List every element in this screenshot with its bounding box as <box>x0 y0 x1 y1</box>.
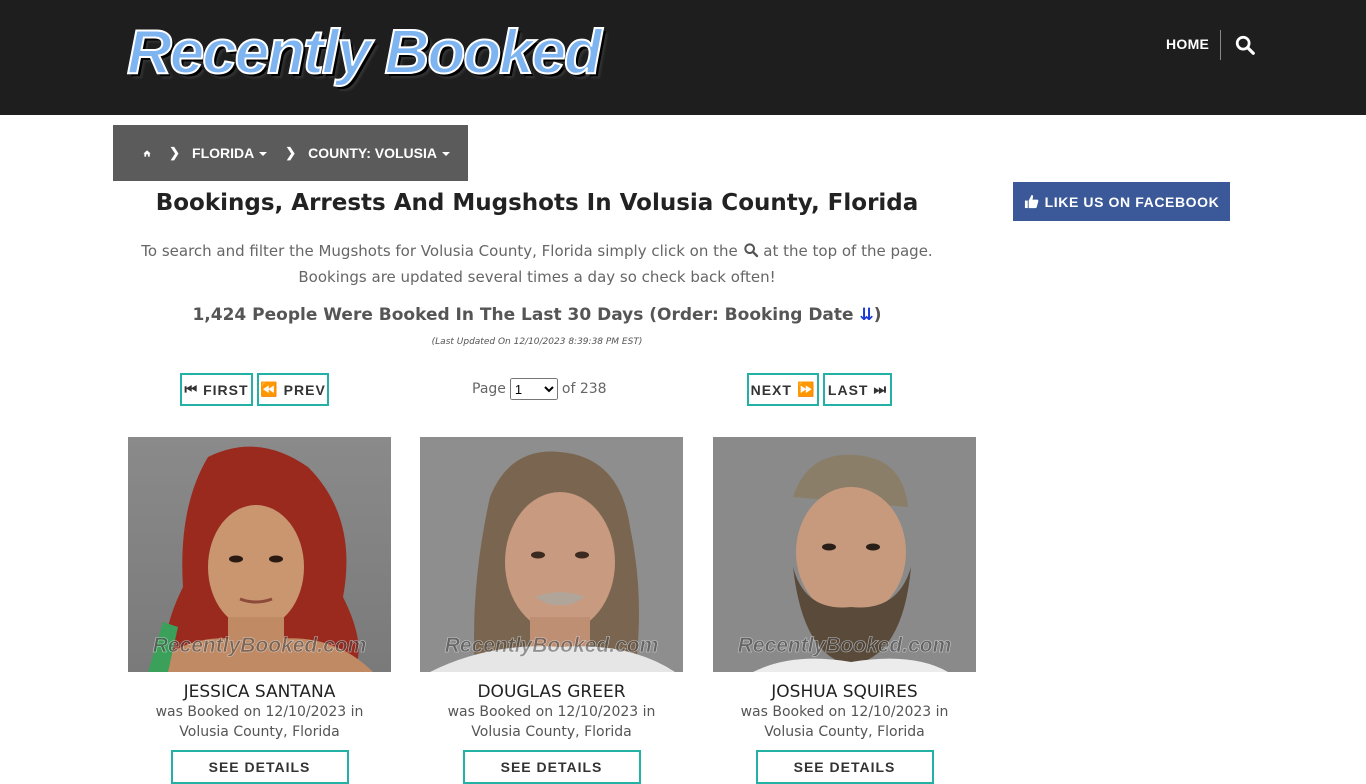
last-page-button[interactable]: LAST ⏭ <box>823 373 892 406</box>
facebook-label: LIKE US ON FACEBOOK <box>1044 193 1220 210</box>
booking-info: was Booked on 12/10/2023 in Volusia Count… <box>155 704 364 740</box>
booking-card: RecentlyBooked.com JOSHUA SQUIRES was Bo… <box>713 437 976 784</box>
see-details-button[interactable]: SEE DETAILS <box>755 750 934 784</box>
booking-count-text: 1,424 People Were Booked In The Last 30 … <box>192 305 854 325</box>
booking-count-close: ) <box>873 305 882 325</box>
thumbs-up-icon <box>1024 194 1038 209</box>
nav-home-link[interactable]: HOME <box>1166 36 1209 52</box>
desc-text: at the top of the page. <box>763 242 933 260</box>
booking-card: RecentlyBooked.com JESSICA SANTANA was B… <box>128 437 391 784</box>
breadcrumb-florida[interactable]: FLORIDA <box>192 145 268 161</box>
site-logo[interactable]: Recently Booked <box>126 17 603 88</box>
booking-card: RecentlyBooked.com DOUGLAS GREER was Boo… <box>420 437 683 784</box>
search-icon[interactable] <box>1234 34 1256 56</box>
mugshot-photo[interactable]: RecentlyBooked.com <box>420 437 683 672</box>
booking-info: was Booked on 12/10/2023 in Volusia Count… <box>740 704 949 740</box>
page-select[interactable]: 1 <box>509 378 558 400</box>
site-header: Recently Booked HOME <box>0 0 1366 115</box>
desc-text: Bookings are updated several times a day… <box>298 268 776 286</box>
person-name[interactable]: DOUGLAS GREER <box>420 682 683 702</box>
person-name[interactable]: JESSICA SANTANA <box>128 682 391 702</box>
see-details-button[interactable]: SEE DETAILS <box>462 750 641 784</box>
skip-end-icon: ⏭ <box>873 381 888 397</box>
fast-forward-icon: ⏩ <box>796 381 816 397</box>
page-title: Bookings, Arrests And Mugshots In Volusi… <box>155 190 919 216</box>
booking-info: was Booked on 12/10/2023 in Volusia Count… <box>447 704 656 740</box>
chevron-right-icon: ❯ <box>169 145 181 160</box>
skip-start-icon: ⏮ <box>184 381 199 397</box>
mugshot-photo[interactable]: RecentlyBooked.com <box>128 437 391 672</box>
chevron-right-icon: ❯ <box>285 145 297 160</box>
watermark: RecentlyBooked.com <box>444 634 659 658</box>
next-page-button[interactable]: NEXT ⏩ <box>747 373 819 406</box>
home-icon[interactable] <box>143 146 151 161</box>
page-total: of 238 <box>561 381 607 397</box>
page-selector: Page 1 of 238 <box>472 378 607 400</box>
search-icon <box>743 243 758 258</box>
order-toggle-icon[interactable]: ⇊ <box>859 305 873 325</box>
caret-down-icon <box>442 152 450 157</box>
facebook-like-button[interactable]: LIKE US ON FACEBOOK <box>1013 182 1230 221</box>
first-page-button[interactable]: ⏮ FIRST <box>180 373 253 406</box>
caret-down-icon <box>259 152 268 157</box>
page-description: To search and filter the Mugshots for Vo… <box>113 238 961 290</box>
watermark: RecentlyBooked.com <box>152 634 367 658</box>
rewind-icon: ⏪ <box>260 381 279 397</box>
last-updated: (Last Updated On 12/10/2023 8:39:38 PM E… <box>431 337 643 347</box>
watermark: RecentlyBooked.com <box>737 634 952 658</box>
breadcrumb-county[interactable]: COUNTY: VOLUSIA <box>308 145 450 161</box>
page-label: Page <box>472 381 506 397</box>
mugshot-photo[interactable]: RecentlyBooked.com <box>713 437 976 672</box>
see-details-button[interactable]: SEE DETAILS <box>170 750 349 784</box>
booking-count: 1,424 People Were Booked In The Last 30 … <box>113 305 961 325</box>
nav-divider <box>1220 30 1221 60</box>
person-name[interactable]: JOSHUA SQUIRES <box>713 682 976 702</box>
desc-text: To search and filter the Mugshots for Vo… <box>141 242 738 260</box>
breadcrumb: ❯ FLORIDA ❯ COUNTY: VOLUSIA <box>113 125 468 181</box>
prev-page-button[interactable]: ⏪ PREV <box>257 373 329 406</box>
